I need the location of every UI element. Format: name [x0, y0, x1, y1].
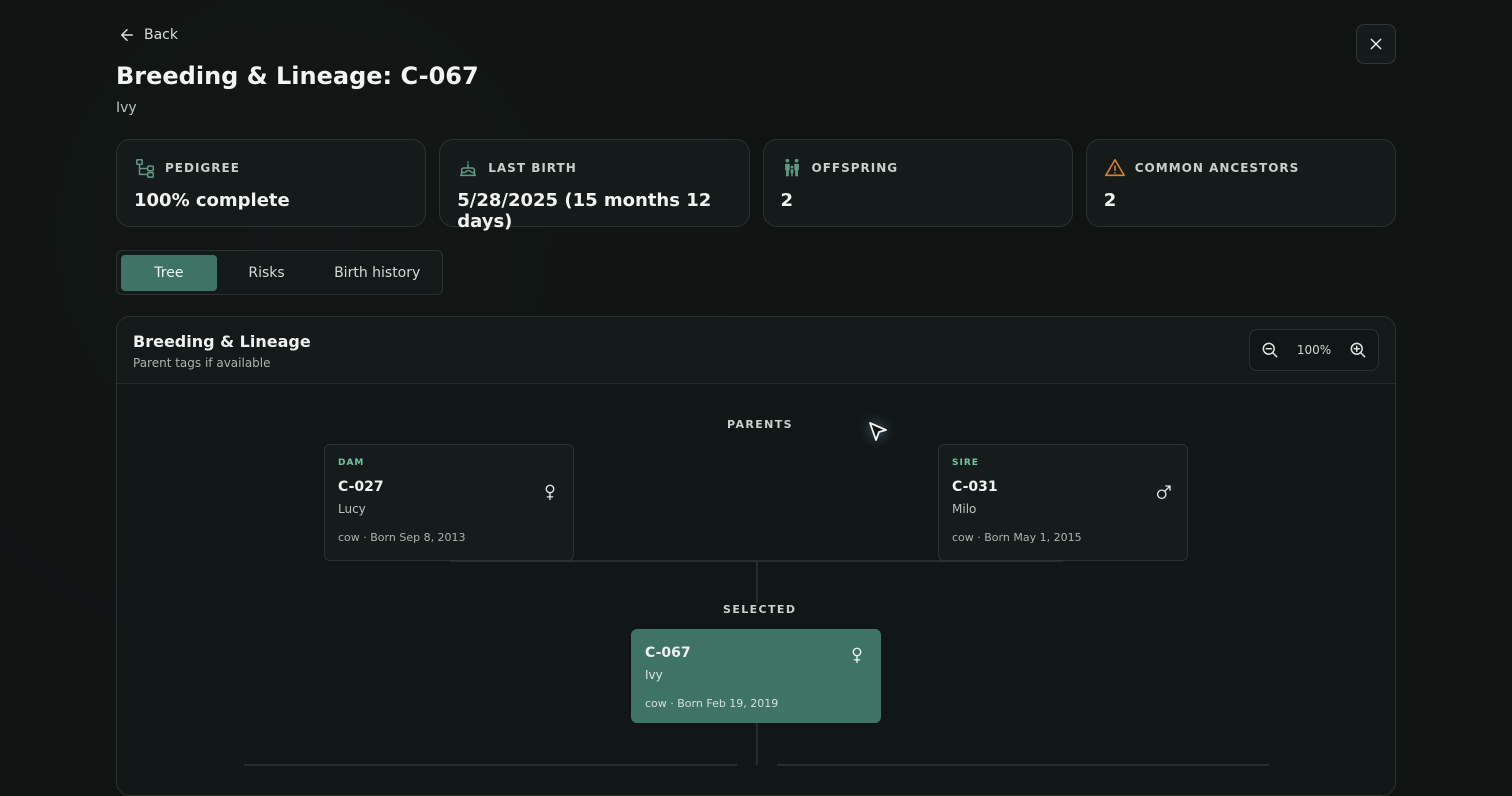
panel-subtitle: Parent tags if available — [133, 356, 271, 370]
selected-tag: C-067 — [645, 645, 691, 661]
sire-tag: C-031 — [952, 479, 998, 495]
zoom-level: 100% — [1296, 343, 1332, 357]
dam-meta: cow · Born Sep 8, 2013 — [338, 531, 466, 544]
stat-value: 2 — [1103, 190, 1117, 211]
stat-card-common-ancestors: COMMON ANCESTORS 2 — [1085, 139, 1396, 227]
selected-meta: cow · Born Feb 19, 2019 — [645, 697, 779, 710]
dam-card[interactable]: DAM C-027 Lucy cow · Born Sep 8, 2013 — [324, 444, 574, 561]
selected-section-label: SELECTED — [723, 603, 797, 616]
arrow-left-icon — [121, 29, 133, 41]
sire-name: Milo — [952, 502, 977, 516]
parents-section-label: PARENTS — [727, 418, 793, 431]
lineage-panel: Breeding & Lineage Parent tags if availa… — [116, 316, 1396, 796]
stat-label: PEDIGREE — [165, 161, 240, 175]
sire-card[interactable]: SIRE C-031 Milo cow · Born May 1, 2015 — [938, 444, 1188, 561]
pedigree-icon — [136, 159, 154, 178]
selected-animal-card[interactable]: C-067 Ivy cow · Born Feb 19, 2019 — [631, 629, 881, 723]
stat-value: 100% complete — [134, 190, 290, 211]
stat-value: 2 — [780, 190, 794, 211]
stat-label: OFFSPRING — [811, 161, 899, 175]
dam-name: Lucy — [338, 502, 366, 516]
stat-card-offspring: OFFSPRING 2 — [762, 139, 1073, 227]
birth-cake-icon — [460, 161, 477, 177]
close-button[interactable] — [1356, 24, 1396, 64]
tree-connectors — [244, 560, 1269, 766]
stats-row: PEDIGREE 100% complete LAST BIRTH 5/28/2… — [116, 139, 1396, 232]
back-label: Back — [144, 27, 178, 43]
stat-label: LAST BIRTH — [488, 161, 577, 175]
selected-name: Ivy — [645, 668, 663, 682]
page-title: Breeding & Lineage: C-067 — [116, 62, 479, 90]
tab-tree[interactable]: Tree — [121, 254, 217, 291]
male-icon — [1156, 485, 1171, 500]
tab-risks[interactable]: Risks — [217, 255, 317, 291]
stat-card-last-birth: LAST BIRTH 5/28/2025 (15 months 12 days) — [439, 139, 750, 232]
view-tabs: Tree Risks Birth history — [116, 250, 443, 295]
zoom-in-icon[interactable] — [1348, 340, 1368, 360]
stat-card-pedigree: PEDIGREE 100% complete — [116, 139, 427, 227]
tab-birth-history[interactable]: Birth history — [316, 255, 438, 291]
stat-value: 5/28/2025 (15 months 12 days) — [457, 190, 712, 232]
breeding-lineage-modal: Back Breeding & Lineage: C-067 Ivy PEDIG… — [0, 0, 1512, 796]
sire-role-label: SIRE — [952, 458, 979, 468]
zoom-out-icon[interactable] — [1260, 340, 1280, 360]
panel-header: Breeding & Lineage Parent tags if availa… — [117, 317, 1395, 384]
sire-meta: cow · Born May 1, 2015 — [952, 531, 1082, 544]
back-button[interactable]: Back — [118, 26, 178, 44]
dam-role-label: DAM — [338, 458, 365, 468]
zoom-control: 100% — [1249, 329, 1379, 371]
panel-title: Breeding & Lineage — [133, 332, 311, 351]
female-icon — [852, 647, 862, 664]
dam-tag: C-027 — [338, 479, 384, 495]
animal-name-subtitle: Ivy — [116, 100, 137, 116]
warning-icon — [1104, 158, 1125, 177]
mouse-pointer-icon — [869, 422, 887, 441]
stat-label: COMMON ANCESTORS — [1134, 161, 1300, 175]
close-icon — [1370, 38, 1382, 50]
offspring-icon — [784, 158, 799, 177]
female-icon — [545, 484, 555, 501]
